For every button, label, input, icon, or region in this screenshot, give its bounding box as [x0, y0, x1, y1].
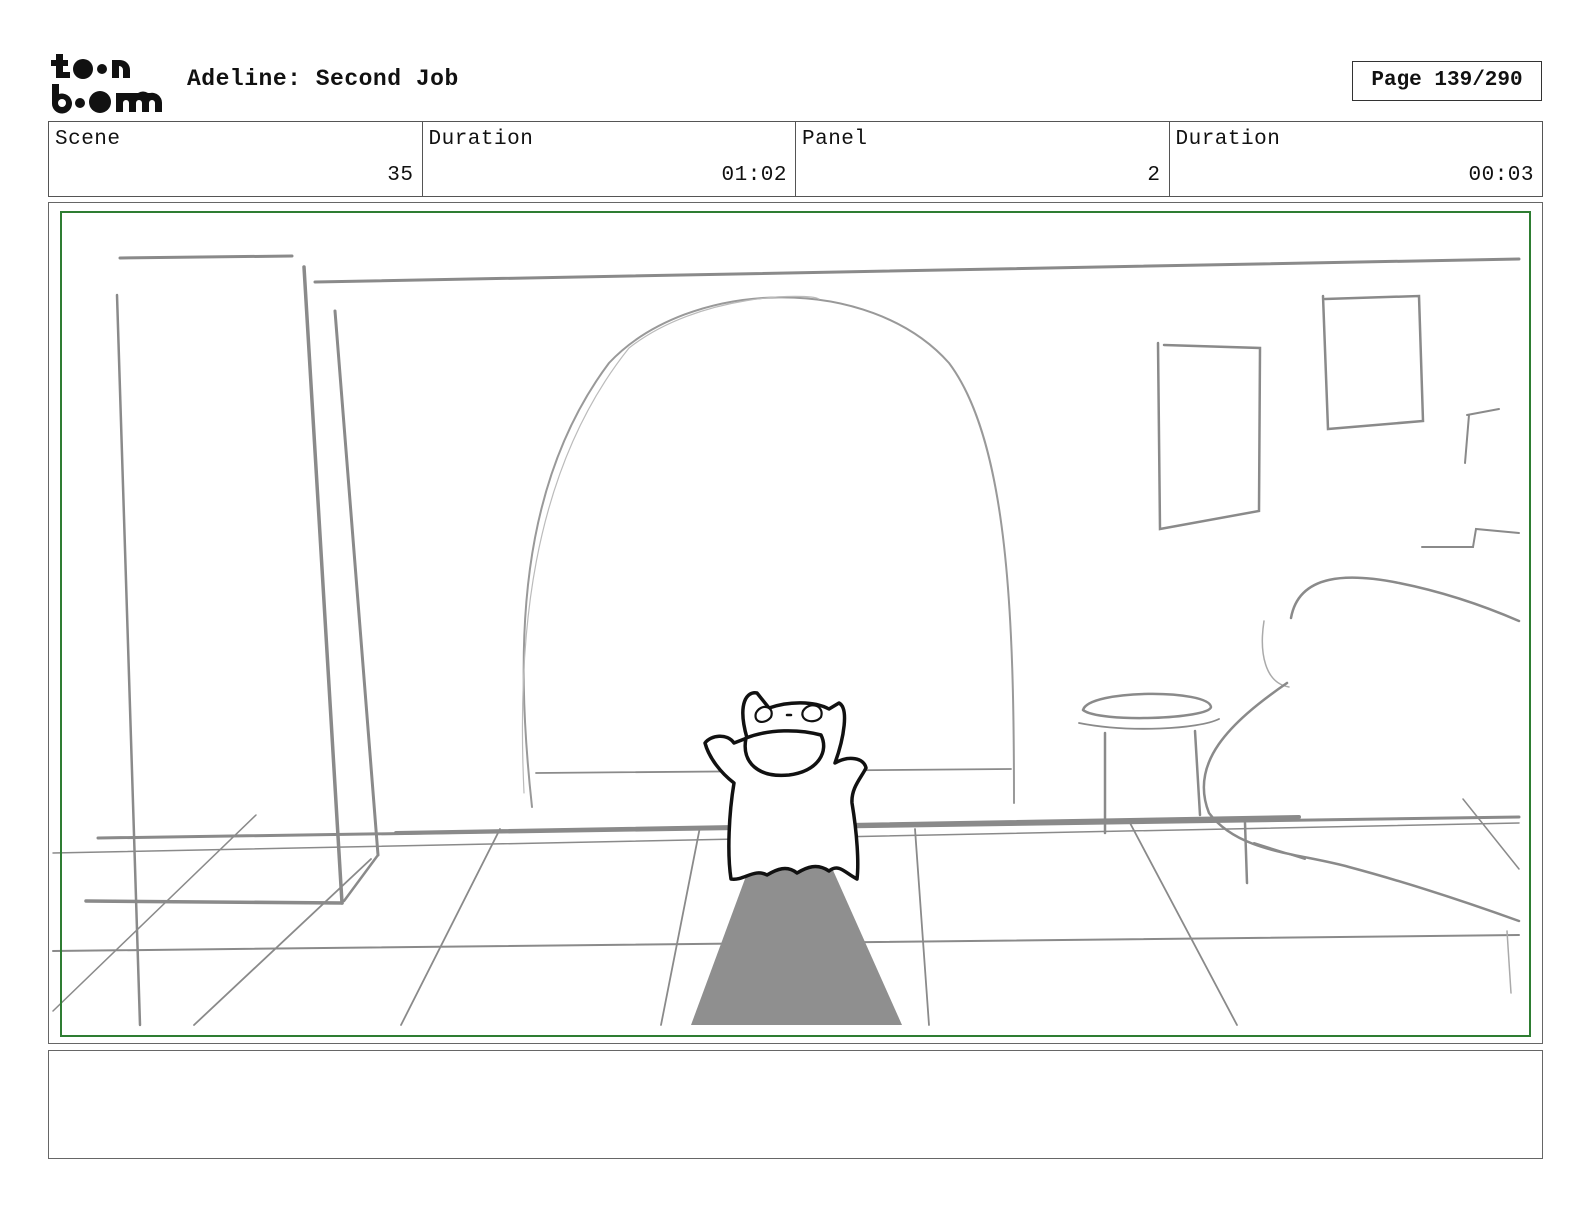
toonboom-logo — [50, 50, 166, 114]
scene-duration-cell: Duration 01:02 — [423, 122, 796, 196]
panel-value: 2 — [1147, 164, 1161, 187]
panel-label: Panel — [802, 128, 868, 151]
toonboom-logo-icon — [51, 54, 163, 114]
scene-duration-value: 01:02 — [721, 164, 787, 187]
panel-cell: Panel 2 — [796, 122, 1170, 196]
scene-duration-label: Duration — [428, 128, 534, 151]
panel-info-bar: Scene 35 Duration 01:02 Panel 2 Duration… — [48, 121, 1543, 197]
scene-label: Scene — [55, 128, 121, 151]
ghost-character — [703, 691, 868, 881]
project-title: Adeline: Second Job — [187, 66, 459, 92]
panel-notes-box — [48, 1050, 1543, 1159]
panel-duration-cell: Duration 00:03 — [1170, 122, 1543, 196]
scene-value: 35 — [387, 164, 414, 187]
panel-sketch — [52, 254, 1521, 1027]
panel-duration-label: Duration — [1175, 128, 1281, 151]
panel-duration-value: 00:03 — [1468, 164, 1534, 187]
scene-cell: Scene 35 — [49, 122, 423, 196]
page-number: Page 139/290 — [1352, 61, 1542, 101]
storyboard-panel — [48, 202, 1543, 1044]
